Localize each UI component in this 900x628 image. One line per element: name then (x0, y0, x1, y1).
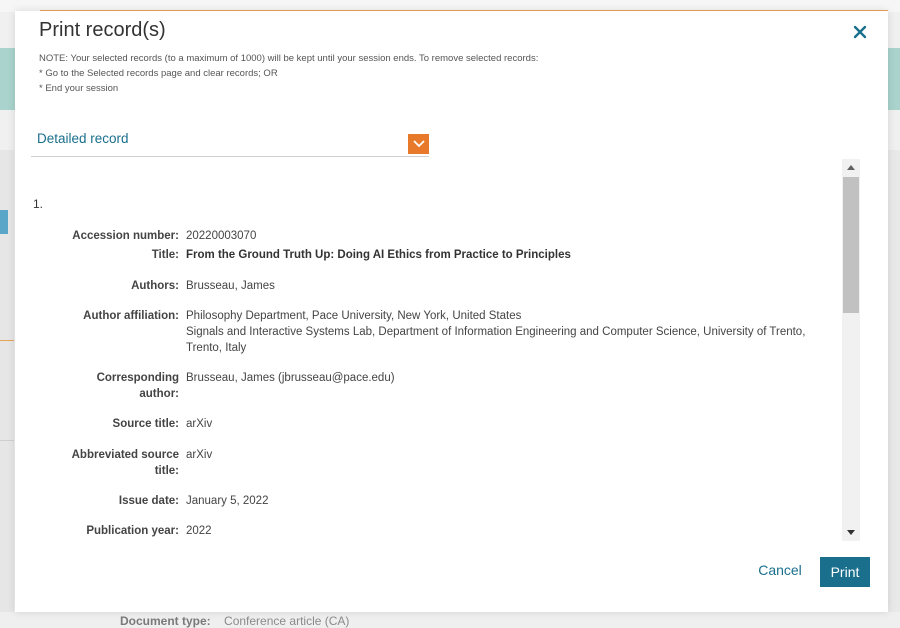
field-value: arXiv (186, 418, 213, 430)
field-value: 20220003070 (186, 230, 257, 242)
field-label: Issue date: (118, 495, 179, 507)
cancel-button[interactable]: Cancel (755, 558, 805, 582)
background-document-type-value: Conference article (CA) (224, 614, 350, 628)
field-value: Signals and Interactive Systems Lab, Dep… (186, 326, 806, 338)
field-value: arXiv (186, 449, 213, 461)
background-left-panel (0, 150, 14, 628)
field-value: From the Ground Truth Up: Doing AI Ethic… (186, 249, 571, 261)
background-right-panel (886, 150, 900, 628)
background-left-tab (0, 210, 8, 234)
print-records-dialog: Print record(s) NOTE: Your selected reco… (15, 11, 888, 612)
field-value: Brusseau, James (jbrusseau@pace.edu) (186, 372, 395, 384)
print-button[interactable]: Print (820, 557, 870, 587)
session-note: NOTE: Your selected records (to a maximu… (39, 51, 538, 96)
record-format-value: Detailed record (37, 131, 129, 146)
scroll-up-arrow-icon (847, 165, 855, 170)
field-label: Accession number: (72, 230, 179, 242)
field-value: 2022 (186, 525, 212, 537)
close-button[interactable] (849, 21, 871, 43)
dropdown-button[interactable] (408, 134, 429, 154)
note-line: NOTE: Your selected records (to a maximu… (39, 53, 539, 64)
note-line: * Go to the Selected records page and cl… (39, 68, 278, 79)
background-divider (0, 440, 14, 441)
field-label: Abbreviated source (71, 449, 179, 461)
field-value: Trento, Italy (186, 342, 247, 354)
field-label: Publication year: (86, 525, 179, 537)
scroll-down-button[interactable] (842, 525, 860, 541)
close-icon (853, 25, 867, 39)
field-value: Brusseau, James (186, 280, 275, 292)
field-label: Author affiliation: (83, 310, 179, 322)
field-value: January 5, 2022 (186, 495, 269, 507)
field-value: Philosophy Department, Pace University, … (186, 310, 522, 322)
background-divider (0, 340, 14, 341)
chevron-down-icon (412, 140, 425, 148)
record-preview: 1. Accession number: 20220003070 Title: … (31, 159, 860, 541)
scroll-down-arrow-icon (847, 530, 855, 535)
field-label: Title: (151, 249, 179, 261)
record-number: 1. (33, 197, 44, 211)
field-label: Corresponding (96, 372, 179, 384)
field-label: title: (154, 465, 179, 477)
record-scrollbar[interactable] (842, 159, 860, 541)
field-label: author: (139, 388, 179, 400)
background-document-type: Document type: Conference article (CA) (120, 614, 349, 628)
dialog-title: Print record(s) (39, 19, 166, 41)
field-label: Source title: (112, 418, 179, 430)
background-document-type-label: Document type: (120, 614, 211, 628)
scroll-up-button[interactable] (842, 159, 860, 175)
field-label: Authors: (131, 280, 179, 292)
record-format-select[interactable]: Detailed record (31, 127, 429, 157)
note-line: * End your session (39, 83, 119, 94)
scroll-thumb[interactable] (843, 177, 859, 313)
